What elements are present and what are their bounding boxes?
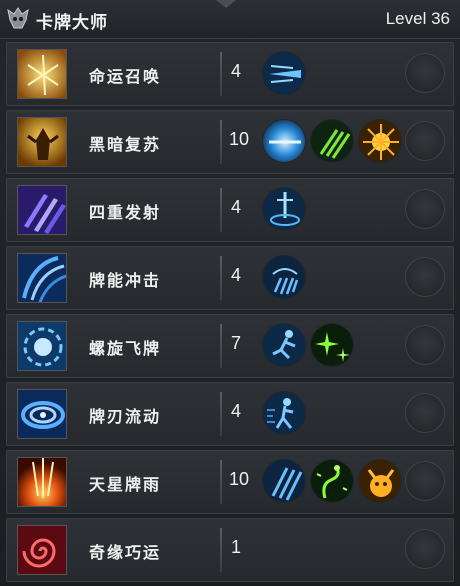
skill-rank: 4 — [231, 61, 242, 81]
ice-dash-icon[interactable] — [262, 51, 306, 95]
skill-row[interactable]: 黑暗复苏 10 — [6, 110, 454, 174]
skill-name: 四重发射 — [89, 203, 162, 222]
spinning-cards-icon — [17, 321, 67, 371]
panel-header: 卡牌大师 Level 36 — [0, 0, 460, 39]
row-divider — [220, 52, 222, 96]
skill-row[interactable]: 螺旋飞牌 7 — [6, 314, 454, 378]
skill-name: 牌能冲击 — [89, 271, 162, 290]
class-title: 卡牌大师 — [36, 13, 108, 33]
blue-claw-icon[interactable] — [262, 459, 306, 503]
skill-row[interactable]: 天星牌雨 10 — [6, 450, 454, 514]
green-sparkle-icon[interactable] — [310, 323, 354, 367]
row-divider — [220, 460, 222, 504]
dark-figure-icon — [17, 117, 67, 167]
skill-rank: 1 — [231, 537, 242, 557]
skill-name: 牌刃流动 — [89, 407, 162, 426]
skill-rank: 4 — [231, 197, 242, 217]
row-divider — [220, 324, 222, 368]
blue-vortex-icon — [17, 389, 67, 439]
skill-rank: 4 — [231, 265, 242, 285]
running-figure-icon[interactable] — [262, 323, 306, 367]
skill-rank: 4 — [231, 401, 242, 421]
skill-rank: 10 — [229, 469, 250, 489]
header-notch — [216, 0, 236, 8]
skill-name: 天星牌雨 — [89, 475, 162, 494]
blue-wave-icon — [17, 253, 67, 303]
dash-figure-icon[interactable] — [262, 391, 306, 435]
blue-orb-icon[interactable] — [262, 119, 306, 163]
purple-blades-icon — [17, 185, 67, 235]
skill-name: 奇缘巧运 — [89, 543, 162, 562]
row-divider — [220, 256, 222, 300]
skill-row[interactable]: 奇缘巧运 1 — [6, 518, 454, 582]
skill-row[interactable]: 牌刃流动 4 — [6, 382, 454, 446]
empty-slot[interactable] — [405, 529, 445, 569]
row-divider — [220, 392, 222, 436]
swirl-hand-icon[interactable] — [262, 255, 306, 299]
skill-list: 命运召唤 4 黑暗复苏 10 四重发射 4 牌能冲击 4 螺旋飞牌 7 牌刃流动… — [0, 42, 460, 586]
skill-row[interactable]: 牌能冲击 4 — [6, 246, 454, 310]
empty-slot[interactable] — [405, 393, 445, 433]
row-divider — [220, 120, 222, 164]
green-claw-icon[interactable] — [310, 119, 354, 163]
empty-slot[interactable] — [405, 53, 445, 93]
empty-slot[interactable] — [405, 461, 445, 501]
green-serpent-icon[interactable] — [310, 459, 354, 503]
golden-light-icon — [17, 49, 67, 99]
row-divider — [220, 528, 222, 572]
skill-row[interactable]: 命运召唤 4 — [6, 42, 454, 106]
empty-slot[interactable] — [405, 189, 445, 229]
red-spiral-icon — [17, 525, 67, 575]
skill-name: 螺旋飞牌 — [89, 339, 162, 358]
skill-name: 命运召唤 — [89, 67, 162, 86]
demon-skull-icon — [4, 4, 32, 32]
level-label: Level 36 — [385, 9, 450, 28]
skill-rank: 7 — [231, 333, 242, 353]
empty-slot[interactable] — [405, 325, 445, 365]
row-divider — [220, 188, 222, 232]
skill-panel: 卡牌大师 Level 36 命运召唤 4 黑暗复苏 10 四重发射 4 牌能冲击… — [0, 0, 460, 583]
skill-rank: 10 — [229, 129, 250, 149]
empty-slot[interactable] — [405, 257, 445, 297]
fire-rain-icon — [17, 457, 67, 507]
skill-row[interactable]: 四重发射 4 — [6, 178, 454, 242]
golden-burst-icon[interactable] — [358, 119, 402, 163]
golden-beast-icon[interactable] — [358, 459, 402, 503]
blade-strike-icon[interactable] — [262, 187, 306, 231]
skill-name: 黑暗复苏 — [89, 135, 162, 154]
empty-slot[interactable] — [405, 121, 445, 161]
